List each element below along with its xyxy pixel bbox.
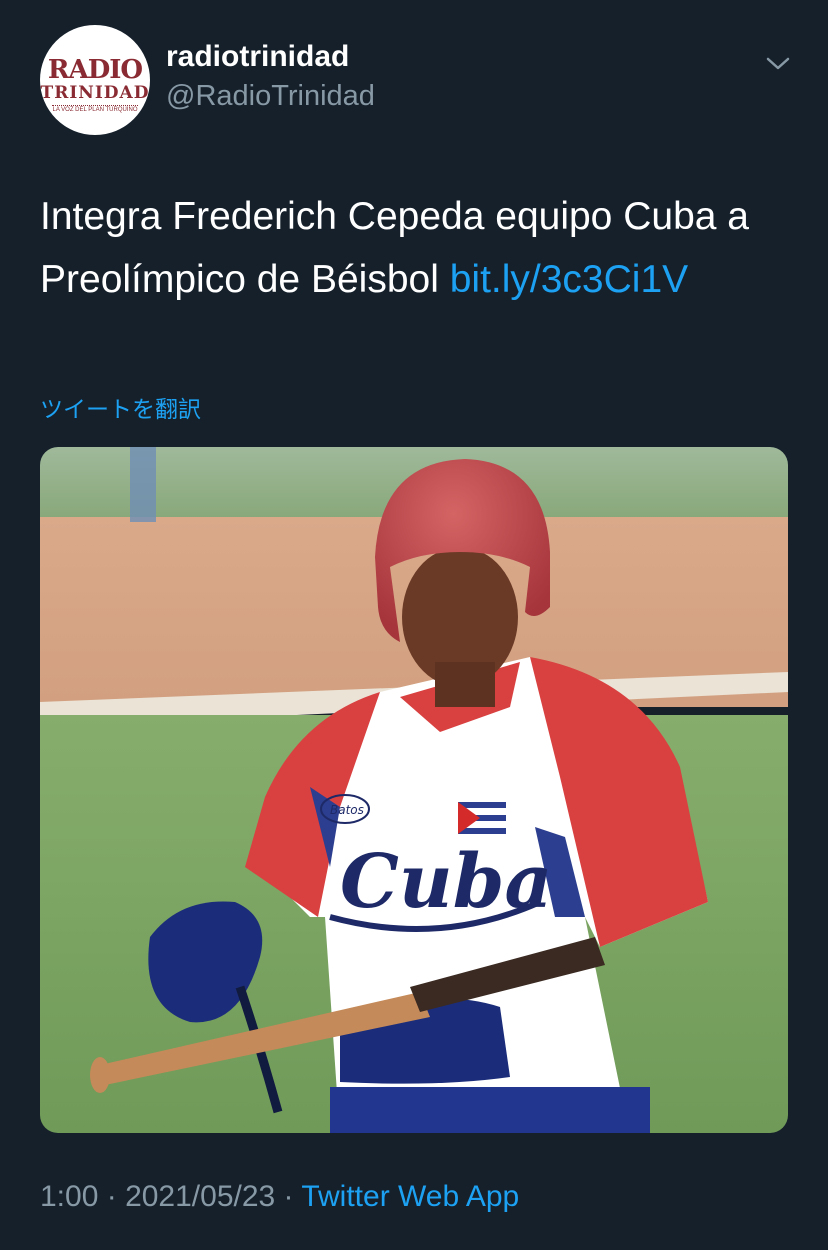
tweet-text: Integra Frederich Cepeda equipo Cuba a P… <box>40 185 790 311</box>
tweet-photo[interactable]: Cuba Batos <box>40 447 788 1133</box>
author-display-name[interactable]: radiotrinidad <box>166 40 349 74</box>
tweet-detail: RADIO TRINIDAD LA VOZ DEL PLAN TURQUINO … <box>0 0 828 1250</box>
avatar-logo-tagline: LA VOZ DEL PLAN TURQUINO <box>52 107 138 113</box>
translate-tweet-link[interactable]: ツイートを翻訳 <box>40 390 201 424</box>
photo-baseball-player: Cuba Batos <box>40 447 788 1133</box>
tweet-link[interactable]: bit.ly/3c3Ci1V <box>450 258 688 301</box>
tweet-source-app[interactable]: Twitter Web App <box>301 1180 519 1213</box>
jersey-patch: Batos <box>330 803 364 817</box>
tweet-time[interactable]: 1:00 <box>40 1180 98 1213</box>
chevron-down-icon[interactable] <box>764 50 792 76</box>
tweet-meta: 1:00 · 2021/05/23 · Twitter Web App <box>40 1180 519 1214</box>
avatar[interactable]: RADIO TRINIDAD LA VOZ DEL PLAN TURQUINO <box>40 25 150 135</box>
meta-separator: · <box>275 1180 302 1213</box>
avatar-logo-main: RADIO <box>47 55 143 85</box>
avatar-logo-sub: TRINIDAD <box>40 83 150 103</box>
meta-separator: · <box>98 1180 126 1213</box>
tweet-date[interactable]: 2021/05/23 <box>125 1180 275 1213</box>
author-handle[interactable]: @RadioTrinidad <box>166 80 375 113</box>
